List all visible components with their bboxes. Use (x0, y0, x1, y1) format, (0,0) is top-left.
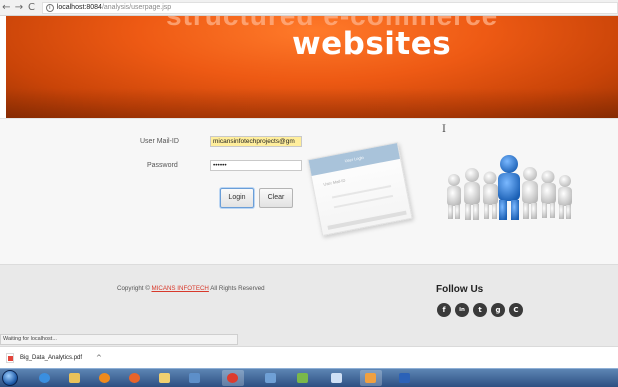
start-menu-icon[interactable] (2, 370, 18, 386)
login-button[interactable]: Login (220, 188, 254, 208)
person-figure (558, 175, 572, 219)
preview-card-rule (333, 194, 394, 209)
search-taskbar-icon[interactable] (184, 370, 206, 386)
facebook-icon[interactable]: f (437, 303, 451, 317)
url-bar[interactable]: i localhost:8084/analysis/userpage.jsp (41, 1, 618, 14)
leader-figure (498, 155, 520, 220)
glassfish-taskbar-icon[interactable] (292, 370, 314, 386)
url-host: localhost:8084 (56, 4, 102, 11)
email-label: User Mail-ID (140, 138, 179, 145)
copyright-suffix: All Rights Reserved (208, 285, 265, 292)
person-figure (483, 171, 498, 219)
virtualbox-taskbar-icon[interactable] (260, 370, 282, 386)
netbeans-taskbar-icon[interactable] (394, 370, 416, 386)
browser-toolbar: ← → C i localhost:8084/analysis/userpage… (0, 0, 618, 16)
site-info-icon[interactable]: i (45, 3, 54, 12)
windows-taskbar (0, 368, 618, 387)
downloads-shelf: Big_Data_Analytics.pdf ^ (0, 346, 618, 368)
hero-banner: structured e-commerce websites (6, 16, 618, 118)
chrome-taskbar-icon[interactable] (222, 370, 244, 386)
preview-card-line: User Mail-ID (322, 177, 346, 187)
password-field[interactable] (210, 160, 302, 171)
email-field[interactable] (210, 136, 302, 147)
copyright-prefix: Copyright © (117, 285, 152, 292)
firefox-taskbar-icon[interactable] (124, 370, 146, 386)
email-taskbar-icon[interactable] (154, 370, 176, 386)
person-figure (522, 167, 538, 219)
chevron-up-icon[interactable]: ^ (96, 354, 102, 362)
pdf-file-icon (6, 353, 14, 363)
back-arrow-icon[interactable]: ← (0, 1, 13, 15)
reload-icon[interactable]: C (25, 1, 38, 15)
copyright-text: Copyright © MICANS INFOTECH All Rights R… (117, 285, 265, 292)
person-figure (464, 168, 480, 220)
banner-headline: websites (292, 26, 452, 62)
browser-status-bar: Waiting for localhost... (0, 334, 238, 345)
clear-button[interactable]: Clear (259, 188, 293, 208)
download-file-name: Big_Data_Analytics.pdf (20, 355, 83, 361)
person-figure (447, 174, 461, 219)
url-path: /analysis/userpage.jsp (101, 4, 172, 11)
ie-taskbar-icon[interactable] (34, 370, 56, 386)
google-icon[interactable]: g (491, 303, 505, 317)
notepad-taskbar-icon[interactable] (326, 370, 348, 386)
media-player-taskbar-icon[interactable] (94, 370, 116, 386)
banner-shadow (6, 88, 618, 118)
person-figure (541, 170, 556, 218)
download-item[interactable]: Big_Data_Analytics.pdf ^ (6, 351, 102, 365)
linkedin-icon[interactable]: in (455, 303, 469, 317)
brand-link[interactable]: MICANS INFOTECH (151, 285, 208, 292)
team-people-illustration (447, 155, 572, 220)
forward-arrow-icon[interactable]: → (13, 1, 26, 15)
explorer-taskbar-icon[interactable] (64, 370, 86, 386)
password-label: Password (147, 162, 178, 169)
blog-icon[interactable]: C (509, 303, 523, 317)
twitter-icon[interactable]: t (473, 303, 487, 317)
text-cursor-icon: I (442, 124, 446, 135)
app-taskbar-icon[interactable] (360, 370, 382, 386)
follow-us-heading: Follow Us (436, 284, 484, 295)
